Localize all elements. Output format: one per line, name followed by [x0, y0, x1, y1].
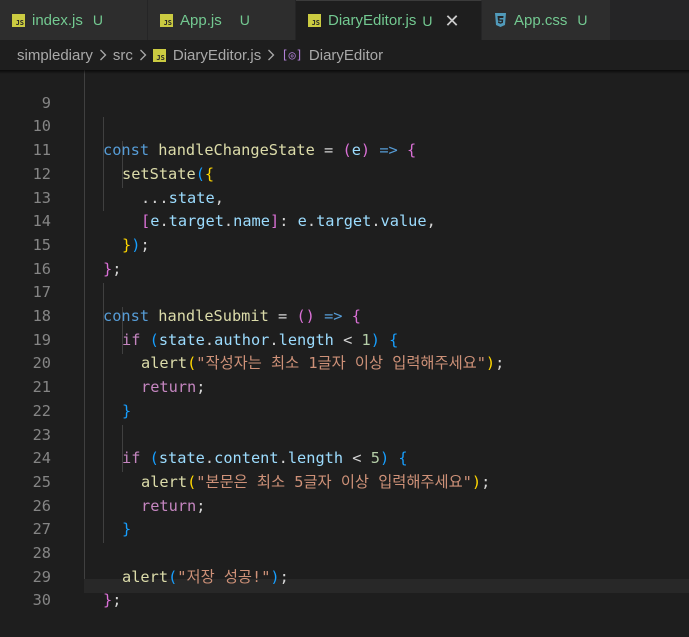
untracked-badge: U — [239, 12, 250, 28]
breadcrumb-file-label: DiaryEditor.js — [172, 46, 262, 64]
code-line: 13 [e.target.name]: e.target.value, — [0, 163, 689, 231]
code-line: 23 if (state.content.length < 5) { — [0, 400, 689, 468]
tab-label: index.js — [32, 11, 83, 29]
tab-index-js[interactable]: JS index.js U — [0, 0, 148, 40]
breadcrumb-symbol[interactable]: [◎] DiaryEditor — [281, 47, 383, 64]
code-line: 30 — [0, 566, 689, 609]
code-line: 15 }; — [0, 210, 689, 278]
tab-label: App.css — [514, 11, 568, 29]
code-editor[interactable]: 9 10 const handleChangeState = (e) => { … — [0, 70, 689, 610]
code-line: 14 }); — [0, 187, 689, 254]
css-file-icon — [494, 13, 507, 27]
chevron-right-icon — [99, 49, 107, 61]
code-line: 26 } — [0, 471, 689, 539]
variable-symbol-icon: [◎] — [281, 48, 303, 62]
code-line: 11 setState({ — [0, 115, 689, 183]
code-line: 24 alert("본문은 최소 5글자 이상 입력해주세요"); — [0, 424, 689, 491]
js-file-icon: JS — [152, 48, 166, 62]
tab-app-css[interactable]: App.css U — [482, 0, 610, 40]
chevron-right-icon — [267, 49, 275, 61]
breadcrumb-symbol-label: DiaryEditor — [308, 46, 384, 64]
code-line: 25 return; — [0, 447, 689, 515]
js-file-icon: JS — [308, 14, 321, 27]
code-line: 21 } — [0, 352, 689, 420]
close-icon[interactable]: ✕ — [444, 12, 459, 30]
js-file-icon: JS — [12, 13, 25, 27]
js-file-icon: JS — [160, 13, 173, 27]
code-line: 19 alert("작성자는 최소 1글자 이상 입력해주세요"); — [0, 305, 689, 373]
tab-label: App.js — [180, 11, 222, 29]
untracked-badge: U — [577, 12, 588, 28]
untracked-badge: U — [422, 12, 433, 29]
breadcrumb-shadow — [0, 70, 689, 74]
code-line: 17 const handleSubmit = () => { — [0, 258, 689, 325]
breadcrumb-file[interactable]: JS DiaryEditor.js — [152, 46, 262, 64]
code-line: 27 — [0, 495, 689, 538]
chevron-right-icon — [139, 49, 147, 61]
tab-app-js[interactable]: JS App.js U — [148, 0, 296, 40]
editor-tab-bar: JS index.js U JS App.js U JS DiaryEditor… — [0, 0, 689, 40]
tab-diaryeditor-js[interactable]: JS DiaryEditor.js U ✕ — [296, 0, 482, 40]
breadcrumb: simplediary src JS DiaryEditor.js [◎] Di… — [0, 40, 689, 70]
code-line: 28 alert("저장 성공!"); — [0, 518, 689, 586]
code-line: 10 const handleChangeState = (e) => { — [0, 92, 689, 159]
untracked-badge: U — [92, 12, 103, 28]
code-line: 20 return; — [0, 329, 689, 396]
tab-label: DiaryEditor.js — [328, 12, 417, 29]
breadcrumb-folder[interactable]: simplediary — [17, 47, 93, 64]
code-line: 29 }; — [0, 542, 689, 610]
code-line: 12 ...state, — [0, 139, 689, 207]
breadcrumb-subfolder[interactable]: src — [113, 47, 133, 64]
code-line: 16 — [0, 234, 689, 278]
code-line: 18 if (state.author.length < 1) { — [0, 281, 689, 349]
code-line: 22 — [0, 376, 689, 420]
